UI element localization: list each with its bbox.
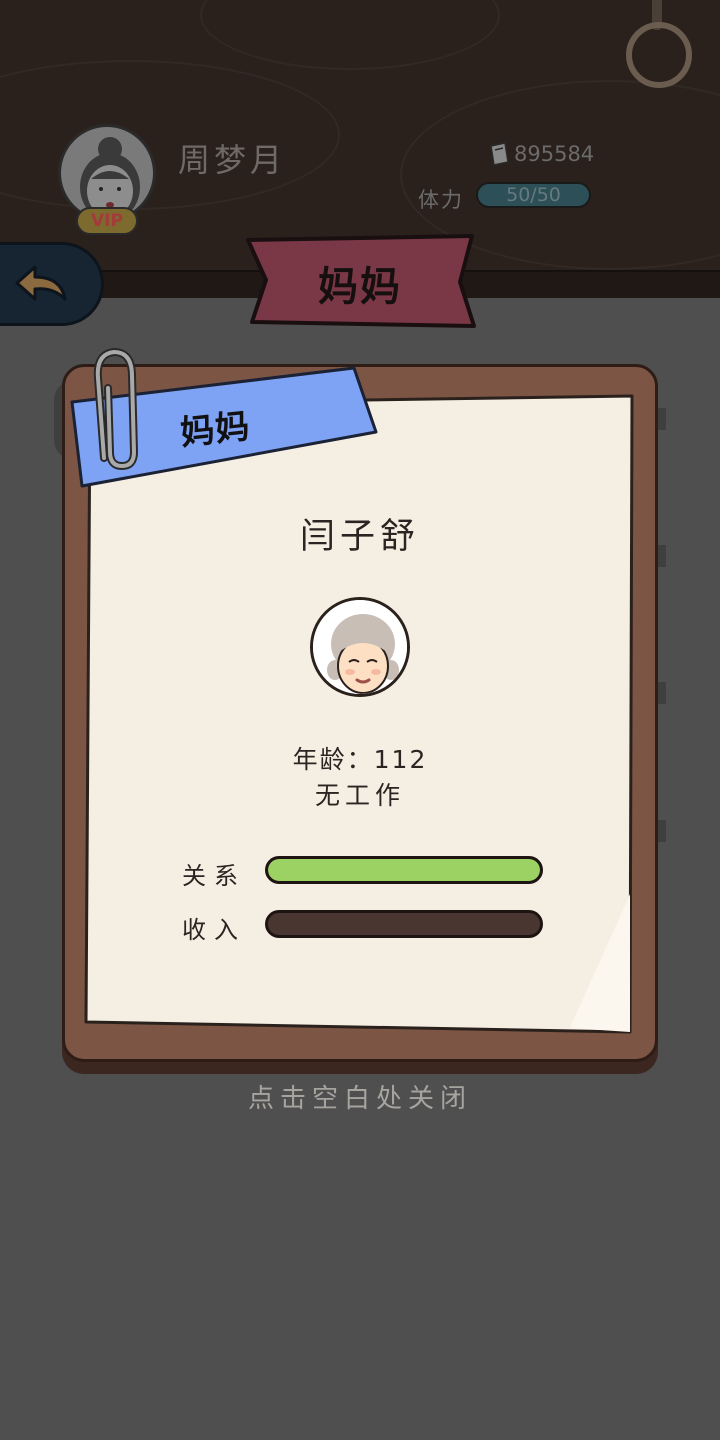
job-text: 无工作 bbox=[314, 781, 405, 810]
stamina-bar: 50/50 bbox=[476, 182, 591, 208]
relation-label: 关系 bbox=[182, 862, 246, 890]
age-text: 年龄：112 bbox=[292, 745, 428, 774]
money-value: 895584 bbox=[514, 142, 595, 166]
ticket-icon bbox=[490, 142, 509, 166]
paper-clip-icon bbox=[93, 348, 139, 471]
income-bar bbox=[265, 910, 543, 938]
ribbon-label: 妈妈 bbox=[178, 406, 253, 454]
person-portrait bbox=[310, 597, 410, 697]
player-name: 周梦月 bbox=[178, 141, 287, 179]
relation-bar bbox=[265, 856, 543, 884]
income-label: 收入 bbox=[182, 916, 246, 944]
stamina-label: 体力 bbox=[418, 188, 464, 212]
back-button[interactable] bbox=[0, 242, 104, 326]
person-name: 闫子舒 bbox=[299, 517, 420, 557]
close-hint[interactable]: 点击空白处关闭 bbox=[0, 1078, 720, 1115]
vip-badge: VIP bbox=[76, 207, 138, 235]
arrow-left-icon bbox=[15, 265, 67, 301]
page-title: 妈妈 bbox=[318, 264, 402, 310]
ring-icon[interactable] bbox=[626, 22, 692, 88]
relation-fill bbox=[268, 859, 540, 881]
